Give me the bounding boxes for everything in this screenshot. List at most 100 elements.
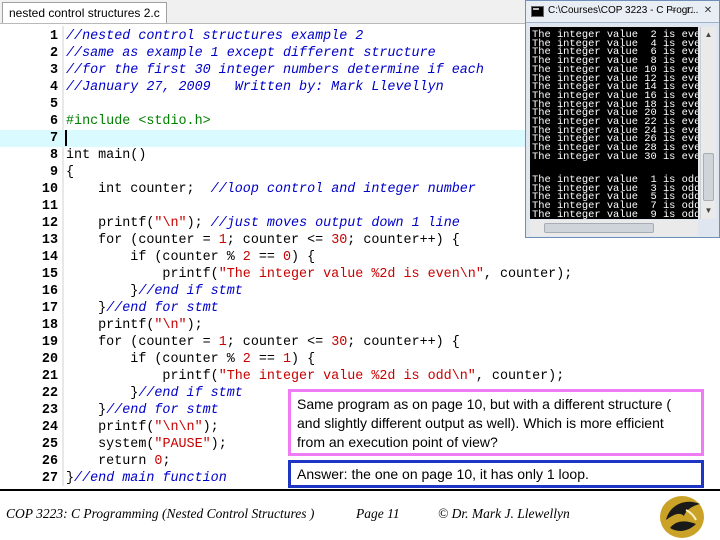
code-text: return 0; xyxy=(66,453,170,470)
code-token-str: "PAUSE" xyxy=(154,437,211,452)
code-token-comment: //for the first 30 integer numbers deter… xyxy=(66,63,484,78)
code-token-plain: for (counter = xyxy=(66,233,219,248)
code-token-plain: } xyxy=(66,284,139,299)
code-text: #include <stdio.h> xyxy=(66,113,211,130)
code-line[interactable]: 21 printf("The integer value %2d is odd\… xyxy=(0,368,720,385)
code-line[interactable]: 20 if (counter % 2 == 1) { xyxy=(0,351,720,368)
minimize-icon[interactable]: – xyxy=(666,4,680,18)
code-text: if (counter % 2 == 1) { xyxy=(66,351,315,368)
maximize-icon[interactable]: □ xyxy=(683,4,697,18)
code-token-num: 30 xyxy=(331,233,348,248)
code-token-comment: //loop control and integer number xyxy=(210,182,476,197)
line-number: 9 xyxy=(49,165,58,180)
code-token-plain: for (counter = xyxy=(66,335,219,350)
line-number: 8 xyxy=(49,148,58,163)
code-token-plain: return xyxy=(66,454,155,469)
code-text: if (counter % 2 == 0) { xyxy=(66,249,315,266)
code-line[interactable]: 17 }//end for stmt xyxy=(0,300,720,317)
close-icon[interactable]: ✕ xyxy=(701,4,715,18)
editor-tab[interactable]: nested control structures 2.c xyxy=(2,2,167,23)
line-number: 22 xyxy=(41,386,58,401)
code-token-plain: ); xyxy=(186,216,211,231)
line-number: 19 xyxy=(41,335,58,350)
code-token-plain: , counter); xyxy=(483,267,573,282)
line-number: 27 xyxy=(41,471,58,486)
code-token-num: 1 xyxy=(218,335,227,350)
code-token-plain: ); xyxy=(186,318,203,333)
ucf-pegasus-logo-icon xyxy=(660,496,704,538)
code-token-comment: //end for stmt xyxy=(106,403,219,418)
code-token-num: 2 xyxy=(242,250,251,265)
code-token-comment: //same as example 1 except different str… xyxy=(66,46,436,61)
code-token-comment: //end if stmt xyxy=(138,284,243,299)
answer-callout: Answer: the one on page 10, it has only … xyxy=(288,460,704,488)
code-token-num: 0 xyxy=(283,250,292,265)
code-token-plain: } xyxy=(66,301,107,316)
console-title-bar[interactable]: C:\Courses\COP 3223 - C Progr... – □ ✕ xyxy=(526,1,719,23)
code-text: //January 27, 2009 Written by: Mark Llev… xyxy=(66,79,444,96)
code-token-plain: printf( xyxy=(66,216,155,231)
code-token-comment: //January 27, 2009 Written by: Mark Llev… xyxy=(66,80,444,95)
scroll-up-icon[interactable]: ▲ xyxy=(701,27,716,42)
code-text: printf("\n"); //just moves output down 1… xyxy=(66,215,460,232)
code-token-plain: ; counter++) { xyxy=(347,335,460,350)
line-number: 2 xyxy=(49,46,58,61)
console-window[interactable]: C:\Courses\COP 3223 - C Progr... – □ ✕ T… xyxy=(525,0,720,238)
line-number: 25 xyxy=(41,437,58,452)
code-token-comment: //nested control structures example 2 xyxy=(66,29,364,44)
line-number: 21 xyxy=(41,369,58,384)
line-number: 4 xyxy=(49,80,58,95)
code-text: //same as example 1 except different str… xyxy=(66,45,436,62)
code-text: //for the first 30 integer numbers deter… xyxy=(66,62,484,79)
line-number: 26 xyxy=(41,454,58,469)
line-number: 16 xyxy=(41,284,58,299)
line-number: 3 xyxy=(49,63,58,78)
console-line: The integer value 30 is even xyxy=(532,150,698,163)
code-text: int counter; //loop control and integer … xyxy=(66,181,476,198)
code-line[interactable]: 19 for (counter = 1; counter <= 30; coun… xyxy=(0,334,720,351)
code-line[interactable]: 16 }//end if stmt xyxy=(0,283,720,300)
code-token-plain: ) { xyxy=(291,250,316,265)
code-text: system("PAUSE"); xyxy=(66,436,227,453)
code-token-plain: printf( xyxy=(66,420,155,435)
code-line[interactable]: 14 if (counter % 2 == 0) { xyxy=(0,249,720,266)
line-number: 5 xyxy=(49,97,58,112)
console-vertical-scrollbar[interactable]: ▲ ▼ xyxy=(700,27,716,219)
code-token-num: 1 xyxy=(283,352,292,367)
line-number: 23 xyxy=(41,403,58,418)
footer-course-title: COP 3223: C Programming (Nested Control … xyxy=(6,506,315,521)
console-horizontal-scrollbar[interactable] xyxy=(530,220,698,236)
line-number: 18 xyxy=(41,318,58,333)
line-number: 1 xyxy=(49,29,58,44)
line-number: 13 xyxy=(41,233,58,248)
code-token-plain: } xyxy=(66,471,75,486)
code-token-plain: ; counter <= xyxy=(226,335,332,350)
code-token-plain: == xyxy=(250,250,283,265)
code-token-plain: int counter; xyxy=(66,182,211,197)
code-token-plain: ; counter <= xyxy=(226,233,332,248)
code-line[interactable]: 18 printf("\n"); xyxy=(0,317,720,334)
horizontal-scroll-thumb[interactable] xyxy=(544,223,654,233)
code-token-plain: { xyxy=(66,165,75,180)
code-text: { xyxy=(66,164,74,181)
code-token-comment: //end if stmt xyxy=(138,386,243,401)
code-token-dir: #include <stdio.h> xyxy=(66,114,211,129)
code-token-plain: if (counter % xyxy=(66,250,243,265)
scroll-thumb[interactable] xyxy=(703,153,714,201)
line-number: 10 xyxy=(41,182,58,197)
line-number: 6 xyxy=(49,114,58,129)
code-token-plain: , counter); xyxy=(475,369,565,384)
code-token-str: "\n" xyxy=(154,216,187,231)
code-token-plain: ) { xyxy=(291,352,316,367)
line-number: 24 xyxy=(41,420,58,435)
code-line[interactable]: 15 printf("The integer value %2d is even… xyxy=(0,266,720,283)
code-text: int main() xyxy=(66,147,146,164)
code-token-plain: system( xyxy=(66,437,155,452)
text-cursor xyxy=(65,130,67,146)
code-token-plain: ; counter++) { xyxy=(347,233,460,248)
code-text: printf("\n"); xyxy=(66,317,203,334)
question-callout: Same program as on page 10, but with a d… xyxy=(288,389,704,456)
line-number: 12 xyxy=(41,216,58,231)
scroll-down-icon[interactable]: ▼ xyxy=(701,203,716,218)
footer-copyright: © Dr. Mark J. Llewellyn xyxy=(438,506,570,521)
